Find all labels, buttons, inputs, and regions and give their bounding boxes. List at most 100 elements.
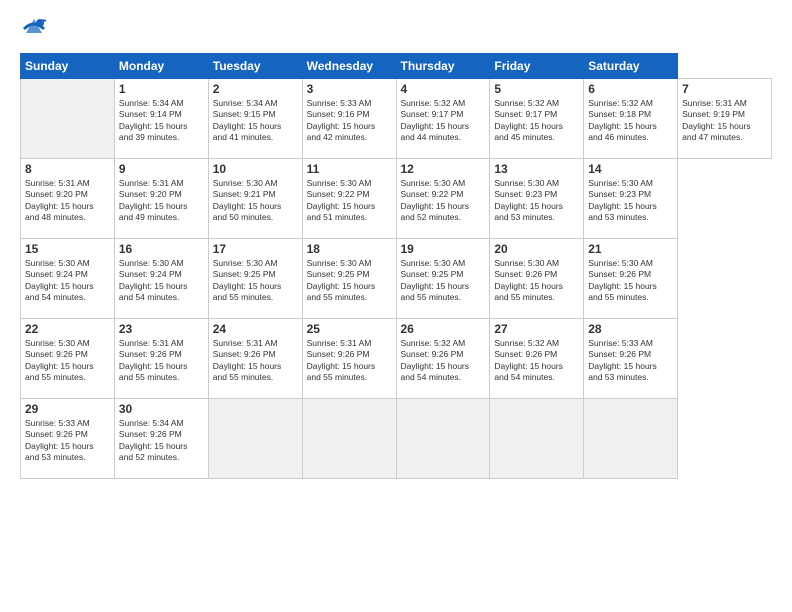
calendar-cell: 8Sunrise: 5:31 AMSunset: 9:20 PMDaylight… <box>21 159 115 239</box>
weekday-header-friday: Friday <box>490 54 584 79</box>
calendar-cell: 9 Sunrise: 5:31 AMSunset: 9:20 PMDaylight… <box>114 159 208 239</box>
calendar-week-2: 15 Sunrise: 5:30 AMSunset: 9:24 PMDayligh… <box>21 239 772 319</box>
calendar-cell: 20 Sunrise: 5:30 AMSunset: 9:26 PMDayligh… <box>490 239 584 319</box>
calendar-cell <box>302 399 396 479</box>
calendar-cell: 11 Sunrise: 5:30 AMSunset: 9:22 PMDayligh… <box>302 159 396 239</box>
day-number: 4 <box>401 82 486 96</box>
day-info: Sunrise: 5:31 AMSunset: 9:26 PMDaylight:… <box>307 338 376 382</box>
day-info: Sunrise: 5:33 AMSunset: 9:26 PMDaylight:… <box>25 418 94 462</box>
day-number: 10 <box>213 162 298 176</box>
calendar-week-3: 22 Sunrise: 5:30 AMSunset: 9:26 PMDayligh… <box>21 319 772 399</box>
day-number: 23 <box>119 322 204 336</box>
weekday-header-saturday: Saturday <box>584 54 678 79</box>
calendar-cell: 13Sunrise: 5:30 AMSunset: 9:23 PMDayligh… <box>490 159 584 239</box>
calendar-cell <box>584 399 678 479</box>
day-info: Sunrise: 5:30 AMSunset: 9:25 PMDaylight:… <box>401 258 470 302</box>
day-number: 5 <box>494 82 579 96</box>
day-info: Sunrise: 5:30 AMSunset: 9:26 PMDaylight:… <box>494 258 563 302</box>
calendar-week-4: 29 Sunrise: 5:33 AMSunset: 9:26 PMDayligh… <box>21 399 772 479</box>
day-info: Sunrise: 5:31 AMSunset: 9:19 PMDaylight:… <box>682 98 751 142</box>
day-number: 20 <box>494 242 579 256</box>
day-info: Sunrise: 5:30 AMSunset: 9:25 PMDaylight:… <box>307 258 376 302</box>
calendar-cell <box>396 399 490 479</box>
day-info: Sunrise: 5:31 AMSunset: 9:20 PMDaylight:… <box>119 178 188 222</box>
day-number: 22 <box>25 322 110 336</box>
day-info: Sunrise: 5:30 AMSunset: 9:22 PMDaylight:… <box>307 178 376 222</box>
day-info: Sunrise: 5:30 AMSunset: 9:26 PMDaylight:… <box>25 338 94 382</box>
calendar-cell: 26 Sunrise: 5:32 AMSunset: 9:26 PMDayligh… <box>396 319 490 399</box>
calendar-cell: 7Sunrise: 5:31 AMSunset: 9:19 PMDaylight… <box>678 79 772 159</box>
calendar-cell: 16 Sunrise: 5:30 AMSunset: 9:24 PMDayligh… <box>114 239 208 319</box>
day-number: 16 <box>119 242 204 256</box>
day-number: 15 <box>25 242 110 256</box>
logo <box>20 15 52 43</box>
calendar-cell: 14 Sunrise: 5:30 AMSunset: 9:23 PMDayligh… <box>584 159 678 239</box>
day-number: 27 <box>494 322 579 336</box>
day-number: 8 <box>25 162 110 176</box>
weekday-header-wednesday: Wednesday <box>302 54 396 79</box>
day-info: Sunrise: 5:34 AMSunset: 9:26 PMDaylight:… <box>119 418 188 462</box>
day-number: 19 <box>401 242 486 256</box>
day-info: Sunrise: 5:31 AMSunset: 9:26 PMDaylight:… <box>119 338 188 382</box>
day-number: 28 <box>588 322 673 336</box>
day-info: Sunrise: 5:32 AMSunset: 9:26 PMDaylight:… <box>401 338 470 382</box>
page: SundayMondayTuesdayWednesdayThursdayFrid… <box>0 0 792 612</box>
day-number: 6 <box>588 82 673 96</box>
calendar-cell: 19 Sunrise: 5:30 AMSunset: 9:25 PMDayligh… <box>396 239 490 319</box>
day-number: 30 <box>119 402 204 416</box>
calendar-cell: 23 Sunrise: 5:31 AMSunset: 9:26 PMDayligh… <box>114 319 208 399</box>
day-info: Sunrise: 5:32 AMSunset: 9:17 PMDaylight:… <box>494 98 563 142</box>
calendar-cell: 27Sunrise: 5:32 AMSunset: 9:26 PMDayligh… <box>490 319 584 399</box>
day-number: 29 <box>25 402 110 416</box>
day-number: 3 <box>307 82 392 96</box>
calendar-cell: 15 Sunrise: 5:30 AMSunset: 9:24 PMDayligh… <box>21 239 115 319</box>
calendar-cell: 18 Sunrise: 5:30 AMSunset: 9:25 PMDayligh… <box>302 239 396 319</box>
calendar-cell: 1 Sunrise: 5:34 AMSunset: 9:14 PMDaylight… <box>114 79 208 159</box>
calendar-cell: 17Sunrise: 5:30 AMSunset: 9:25 PMDayligh… <box>208 239 302 319</box>
weekday-header-sunday: Sunday <box>21 54 115 79</box>
day-info: Sunrise: 5:30 AMSunset: 9:24 PMDaylight:… <box>119 258 188 302</box>
calendar-cell: 30 Sunrise: 5:34 AMSunset: 9:26 PMDayligh… <box>114 399 208 479</box>
day-number: 11 <box>307 162 392 176</box>
calendar-week-0: 1 Sunrise: 5:34 AMSunset: 9:14 PMDaylight… <box>21 79 772 159</box>
calendar-cell: 2Sunrise: 5:34 AMSunset: 9:15 PMDaylight… <box>208 79 302 159</box>
day-info: Sunrise: 5:30 AMSunset: 9:21 PMDaylight:… <box>213 178 282 222</box>
calendar-body: 1 Sunrise: 5:34 AMSunset: 9:14 PMDaylight… <box>21 79 772 479</box>
day-info: Sunrise: 5:30 AMSunset: 9:26 PMDaylight:… <box>588 258 657 302</box>
day-number: 24 <box>213 322 298 336</box>
calendar-cell: 21 Sunrise: 5:30 AMSunset: 9:26 PMDayligh… <box>584 239 678 319</box>
calendar-cell: 25 Sunrise: 5:31 AMSunset: 9:26 PMDayligh… <box>302 319 396 399</box>
day-number: 9 <box>119 162 204 176</box>
calendar-cell: 24Sunrise: 5:31 AMSunset: 9:26 PMDayligh… <box>208 319 302 399</box>
day-info: Sunrise: 5:30 AMSunset: 9:23 PMDaylight:… <box>588 178 657 222</box>
logo-icon <box>20 15 48 43</box>
day-number: 26 <box>401 322 486 336</box>
day-info: Sunrise: 5:30 AMSunset: 9:25 PMDaylight:… <box>213 258 282 302</box>
day-number: 25 <box>307 322 392 336</box>
weekday-header-tuesday: Tuesday <box>208 54 302 79</box>
day-number: 14 <box>588 162 673 176</box>
calendar-cell: 4Sunrise: 5:32 AMSunset: 9:17 PMDaylight… <box>396 79 490 159</box>
day-info: Sunrise: 5:32 AMSunset: 9:18 PMDaylight:… <box>588 98 657 142</box>
calendar-cell: 10 Sunrise: 5:30 AMSunset: 9:21 PMDayligh… <box>208 159 302 239</box>
day-info: Sunrise: 5:30 AMSunset: 9:22 PMDaylight:… <box>401 178 470 222</box>
calendar-cell: 12 Sunrise: 5:30 AMSunset: 9:22 PMDayligh… <box>396 159 490 239</box>
header <box>20 15 772 43</box>
calendar-week-1: 8 Sunrise: 5:31 AMSunset: 9:20 PMDaylight… <box>21 159 772 239</box>
calendar-cell: 29 Sunrise: 5:33 AMSunset: 9:26 PMDayligh… <box>21 399 115 479</box>
calendar-cell: 6 Sunrise: 5:32 AMSunset: 9:18 PMDaylight… <box>584 79 678 159</box>
day-number: 2 <box>213 82 298 96</box>
calendar-cell: 22 Sunrise: 5:30 AMSunset: 9:26 PMDayligh… <box>21 319 115 399</box>
weekday-header-row: SundayMondayTuesdayWednesdayThursdayFrid… <box>21 54 772 79</box>
calendar-cell: 5 Sunrise: 5:32 AMSunset: 9:17 PMDaylight… <box>490 79 584 159</box>
day-number: 21 <box>588 242 673 256</box>
calendar-table: SundayMondayTuesdayWednesdayThursdayFrid… <box>20 53 772 479</box>
day-info: Sunrise: 5:30 AMSunset: 9:24 PMDaylight:… <box>25 258 94 302</box>
calendar-cell: 3Sunrise: 5:33 AMSunset: 9:16 PMDaylight… <box>302 79 396 159</box>
calendar-cell: 28Sunrise: 5:33 AMSunset: 9:26 PMDayligh… <box>584 319 678 399</box>
day-info: Sunrise: 5:34 AMSunset: 9:14 PMDaylight:… <box>119 98 188 142</box>
day-number: 18 <box>307 242 392 256</box>
day-number: 12 <box>401 162 486 176</box>
day-number: 1 <box>119 82 204 96</box>
day-info: Sunrise: 5:30 AMSunset: 9:23 PMDaylight:… <box>494 178 563 222</box>
